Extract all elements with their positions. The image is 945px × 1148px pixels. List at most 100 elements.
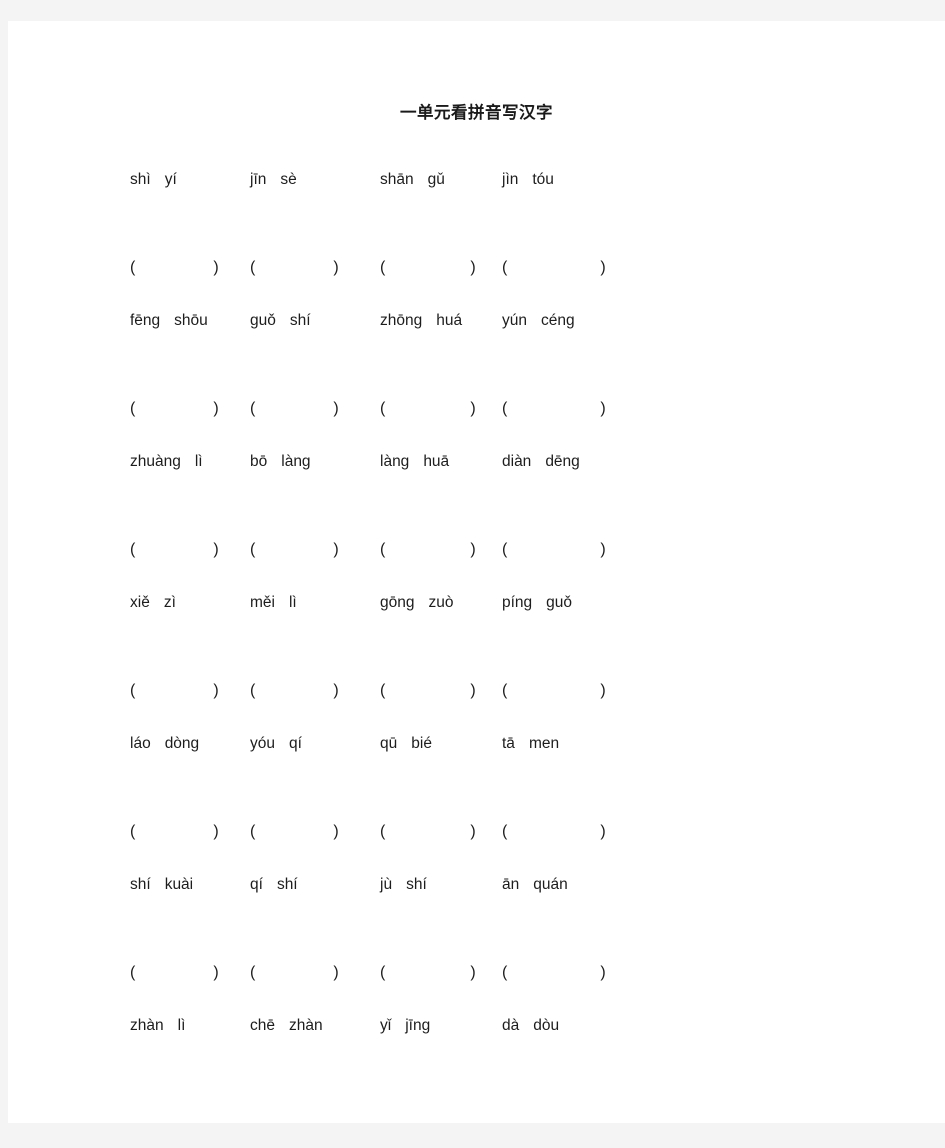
answer-blank[interactable]: ()	[502, 964, 606, 982]
pinyin-syllable: qū	[380, 735, 398, 752]
answer-blank[interactable]: ()	[250, 541, 339, 559]
bracket-close: )	[600, 541, 606, 558]
bracket-open: (	[502, 682, 508, 699]
pinyin-row: zhuàng lì bō làng làng huā diàn dēng	[8, 443, 945, 481]
answer-blank[interactable]: ()	[250, 823, 339, 841]
pinyin-word: yǐ jīng	[380, 1017, 430, 1035]
bracket-close: )	[600, 823, 606, 840]
bracket-close: )	[213, 259, 219, 276]
pinyin-syllable: bō	[250, 453, 268, 470]
answer-blank[interactable]: ()	[380, 400, 476, 418]
pinyin-syllable: huá	[436, 312, 463, 329]
bracket-close: )	[470, 259, 476, 276]
pinyin-word: zhàn lì	[130, 1017, 185, 1035]
pinyin-word: qí shí	[250, 876, 298, 894]
answer-blank[interactable]: ()	[130, 259, 219, 277]
pinyin-word: xiě zì	[130, 594, 176, 612]
answer-blank[interactable]: ()	[130, 964, 219, 982]
answer-row: ()()()()	[8, 481, 945, 558]
bracket-open: (	[502, 541, 508, 558]
pinyin-word: měi lì	[250, 594, 297, 612]
answer-blank[interactable]: ()	[380, 964, 476, 982]
answer-blank[interactable]: ()	[380, 259, 476, 277]
answer-blank[interactable]: ()	[130, 823, 219, 841]
answer-blank[interactable]: ()	[502, 259, 606, 277]
pinyin-syllable: zhōng	[380, 312, 423, 329]
exercise-block: xiě zì měi lì gōng zuò píng guǒ()()()()	[8, 584, 945, 725]
pinyin-syllable: zì	[163, 594, 176, 611]
answer-blank[interactable]: ()	[130, 541, 219, 559]
answer-row: ()()()()	[8, 199, 945, 276]
bracket-open: (	[130, 964, 136, 981]
bracket-close: )	[600, 259, 606, 276]
pinyin-syllable: chē	[250, 1017, 275, 1034]
exercise-block: láo dòng yóu qí qū bié tā men()()()()	[8, 725, 945, 866]
bracket-close: )	[333, 541, 339, 558]
pinyin-row: fēng shōu guǒ shí zhōng huá yún céng	[8, 302, 945, 340]
bracket-open: (	[250, 823, 256, 840]
bracket-close: )	[470, 964, 476, 981]
pinyin-syllable: jīn	[250, 171, 267, 188]
pinyin-row: xiě zì měi lì gōng zuò píng guǒ	[8, 584, 945, 622]
pinyin-row: shì yí jīn sè shān gǔ jìn tóu	[8, 161, 945, 199]
pinyin-syllable: zuò	[428, 594, 454, 611]
bracket-close: )	[333, 400, 339, 417]
bracket-close: )	[470, 823, 476, 840]
pinyin-row: shí kuài qí shí jù shí ān quán	[8, 866, 945, 904]
pinyin-syllable: lì	[194, 453, 203, 470]
pinyin-syllable: guǒ	[250, 312, 276, 329]
answer-blank[interactable]: ()	[130, 400, 219, 418]
bracket-close: )	[470, 400, 476, 417]
answer-blank[interactable]: ()	[380, 823, 476, 841]
pinyin-syllable: men	[528, 735, 560, 752]
answer-blank[interactable]: ()	[380, 682, 476, 700]
bracket-close: )	[333, 964, 339, 981]
bracket-open: (	[502, 964, 508, 981]
pinyin-syllable: lì	[177, 1017, 186, 1034]
pinyin-word: bō làng	[250, 453, 311, 471]
bracket-open: (	[130, 823, 136, 840]
pinyin-word: jù shí	[380, 876, 427, 894]
answer-blank[interactable]: ()	[502, 400, 606, 418]
pinyin-syllable: làng	[281, 453, 311, 470]
bracket-open: (	[502, 823, 508, 840]
pinyin-syllable: sè	[280, 171, 297, 188]
pinyin-word: dà dòu	[502, 1017, 559, 1035]
pinyin-syllable: jīng	[405, 1017, 431, 1034]
bracket-close: )	[213, 964, 219, 981]
exercise-block: fēng shōu guǒ shí zhōng huá yún céng()()()()	[8, 302, 945, 443]
bracket-open: (	[130, 541, 136, 558]
pinyin-syllable: shān	[380, 171, 414, 188]
bracket-close: )	[213, 682, 219, 699]
answer-blank[interactable]: ()	[380, 541, 476, 559]
pinyin-syllable: shí	[289, 312, 311, 329]
pinyin-word: píng guǒ	[502, 594, 572, 612]
answer-blank[interactable]: ()	[502, 541, 606, 559]
answer-blank[interactable]: ()	[130, 682, 219, 700]
pinyin-syllable: qí	[289, 735, 302, 752]
pinyin-syllable: huā	[423, 453, 450, 470]
pinyin-syllable: yún	[502, 312, 527, 329]
pinyin-word: yóu qí	[250, 735, 302, 753]
answer-row: ()()()()	[8, 340, 945, 417]
pinyin-syllable: yǐ	[380, 1017, 392, 1034]
bracket-close: )	[600, 964, 606, 981]
answer-blank[interactable]: ()	[250, 964, 339, 982]
pinyin-syllable: shí	[130, 876, 151, 893]
pinyin-syllable: xiě	[130, 594, 150, 611]
pinyin-word: yún céng	[502, 312, 575, 330]
answer-blank[interactable]: ()	[502, 682, 606, 700]
pinyin-syllable: gōng	[380, 594, 415, 611]
pinyin-word: gōng zuò	[380, 594, 453, 612]
exercise-block: zhuàng lì bō làng làng huā diàn dēng()()()()	[8, 443, 945, 584]
answer-row: ()()()()	[8, 622, 945, 699]
pinyin-syllable: zhàn	[130, 1017, 164, 1034]
answer-blank[interactable]: ()	[502, 823, 606, 841]
answer-blank[interactable]: ()	[250, 400, 339, 418]
bracket-open: (	[250, 400, 256, 417]
answer-blank[interactable]: ()	[250, 259, 339, 277]
pinyin-word: jìn tóu	[502, 171, 554, 189]
answer-blank[interactable]: ()	[250, 682, 339, 700]
bracket-open: (	[250, 259, 256, 276]
pinyin-syllable: lì	[288, 594, 297, 611]
